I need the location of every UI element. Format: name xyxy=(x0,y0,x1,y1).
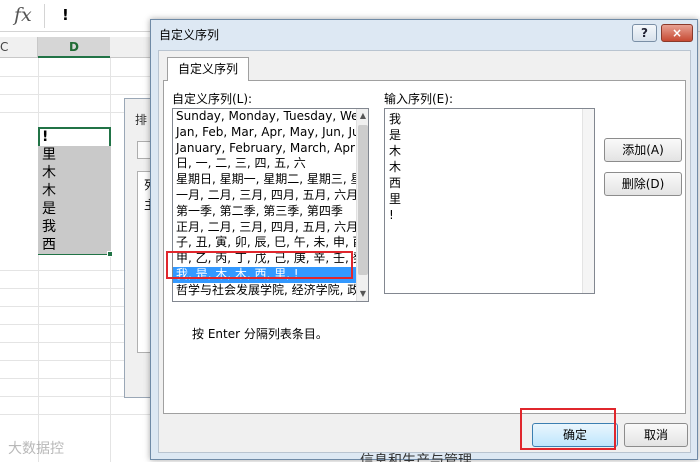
cell-d3[interactable]: 木 xyxy=(38,164,111,182)
formula-separator xyxy=(44,4,45,28)
column-header-d[interactable]: D xyxy=(38,37,110,58)
column-header-e[interactable] xyxy=(110,37,154,58)
list-item[interactable]: 正月, 二月, 三月, 四月, 五月, 六月, xyxy=(173,220,356,236)
entries-scrollbar[interactable] xyxy=(582,109,594,293)
list-item[interactable]: 子, 丑, 寅, 卯, 辰, 巳, 午, 未, 申, 酉 xyxy=(173,235,356,251)
list-item[interactable]: 一月, 二月, 三月, 四月, 五月, 六月, xyxy=(173,188,356,204)
dialog-title: 自定义序列 xyxy=(159,28,220,42)
cell-d5[interactable]: 是 xyxy=(38,200,111,218)
hint-text: 按 Enter 分隔列表条目。 xyxy=(192,327,328,341)
tab-panel: 自定义序列(L): 输入序列(E): Sunday, Monday, Tuesd… xyxy=(163,80,686,414)
entry-line: 我 xyxy=(389,112,402,126)
custom-lists-label: 自定义序列(L): xyxy=(172,92,253,106)
scroll-thumb[interactable] xyxy=(358,125,368,275)
scroll-down-icon[interactable]: ▼ xyxy=(358,288,368,300)
gridline xyxy=(0,76,154,77)
gridline xyxy=(0,94,154,95)
fill-handle[interactable] xyxy=(107,251,113,257)
entry-line: ! xyxy=(389,208,394,222)
cell-d2[interactable]: 里 xyxy=(38,146,111,164)
list-entries-textarea[interactable]: 我 是 木 木 西 里 ! xyxy=(384,108,595,294)
cancel-button[interactable]: 取消 xyxy=(624,423,688,447)
gridline xyxy=(38,58,39,462)
list-item[interactable]: 星期日, 星期一, 星期二, 星期三, 星 xyxy=(173,172,356,188)
formula-input[interactable]: ! xyxy=(62,6,69,24)
list-item[interactable]: 哲学与社会发展学院, 经济学院, 政 xyxy=(173,283,356,299)
ok-button[interactable]: 确定 xyxy=(532,423,618,447)
watermark: 大数据控 xyxy=(8,441,64,457)
custom-lists-listbox[interactable]: Sunday, Monday, Tuesday, Wed Jan, Feb, M… xyxy=(172,108,369,302)
function-icon[interactable]: fx xyxy=(14,4,32,26)
dialog-titlebar[interactable]: 自定义序列 ? × xyxy=(151,20,697,48)
delete-button[interactable]: 删除(D) xyxy=(604,172,682,196)
list-item[interactable]: Sunday, Monday, Tuesday, Wed xyxy=(173,109,356,125)
close-button[interactable]: × xyxy=(661,24,693,42)
scroll-up-icon[interactable]: ▲ xyxy=(358,110,368,122)
sort-dialog-title: 排 xyxy=(135,113,148,127)
dialog-client: 自定义序列 自定义序列(L): 输入序列(E): Sunday, Monday,… xyxy=(158,50,691,453)
list-item[interactable]: 甲, 乙, 丙, 丁, 戊, 己, 庚, 辛, 壬, 癸 xyxy=(173,251,356,267)
list-entries-label: 输入序列(E): xyxy=(384,92,453,106)
custom-lists-dialog: 自定义序列 ? × 自定义序列 自定义序列(L): 输入序列(E): Sunda… xyxy=(150,19,698,460)
tab-custom-lists[interactable]: 自定义序列 xyxy=(167,57,249,81)
entry-line: 西 xyxy=(389,176,402,190)
cell-d6[interactable]: 我 xyxy=(38,218,111,236)
list-item[interactable]: 第一季, 第二季, 第三季, 第四季 xyxy=(173,204,356,220)
gridline xyxy=(0,414,154,415)
help-button[interactable]: ? xyxy=(632,24,657,42)
add-button[interactable]: 添加(A) xyxy=(604,138,682,162)
listbox-scrollbar[interactable]: ▲ ▼ xyxy=(356,109,368,301)
entry-line: 木 xyxy=(389,160,402,174)
bottom-text: 信息和生产与管理 xyxy=(360,453,472,462)
entry-line: 里 xyxy=(389,192,402,206)
entry-line: 是 xyxy=(389,128,402,142)
gridline xyxy=(110,58,111,462)
list-item-selected[interactable]: 我, 是, 木, 木, 西, 里, ! xyxy=(173,267,356,283)
cell-d7[interactable]: 西 xyxy=(38,236,111,254)
cell-d1[interactable]: ! xyxy=(38,128,111,146)
list-item[interactable]: January, February, March, April xyxy=(173,141,356,157)
list-item[interactable]: 日, 一, 二, 三, 四, 五, 六 xyxy=(173,156,356,172)
entry-line: 木 xyxy=(389,144,402,158)
cell-d4[interactable]: 木 xyxy=(38,182,111,200)
list-item[interactable]: Jan, Feb, Mar, Apr, May, Jun, Ju xyxy=(173,125,356,141)
column-header-c[interactable]: C xyxy=(0,37,38,58)
